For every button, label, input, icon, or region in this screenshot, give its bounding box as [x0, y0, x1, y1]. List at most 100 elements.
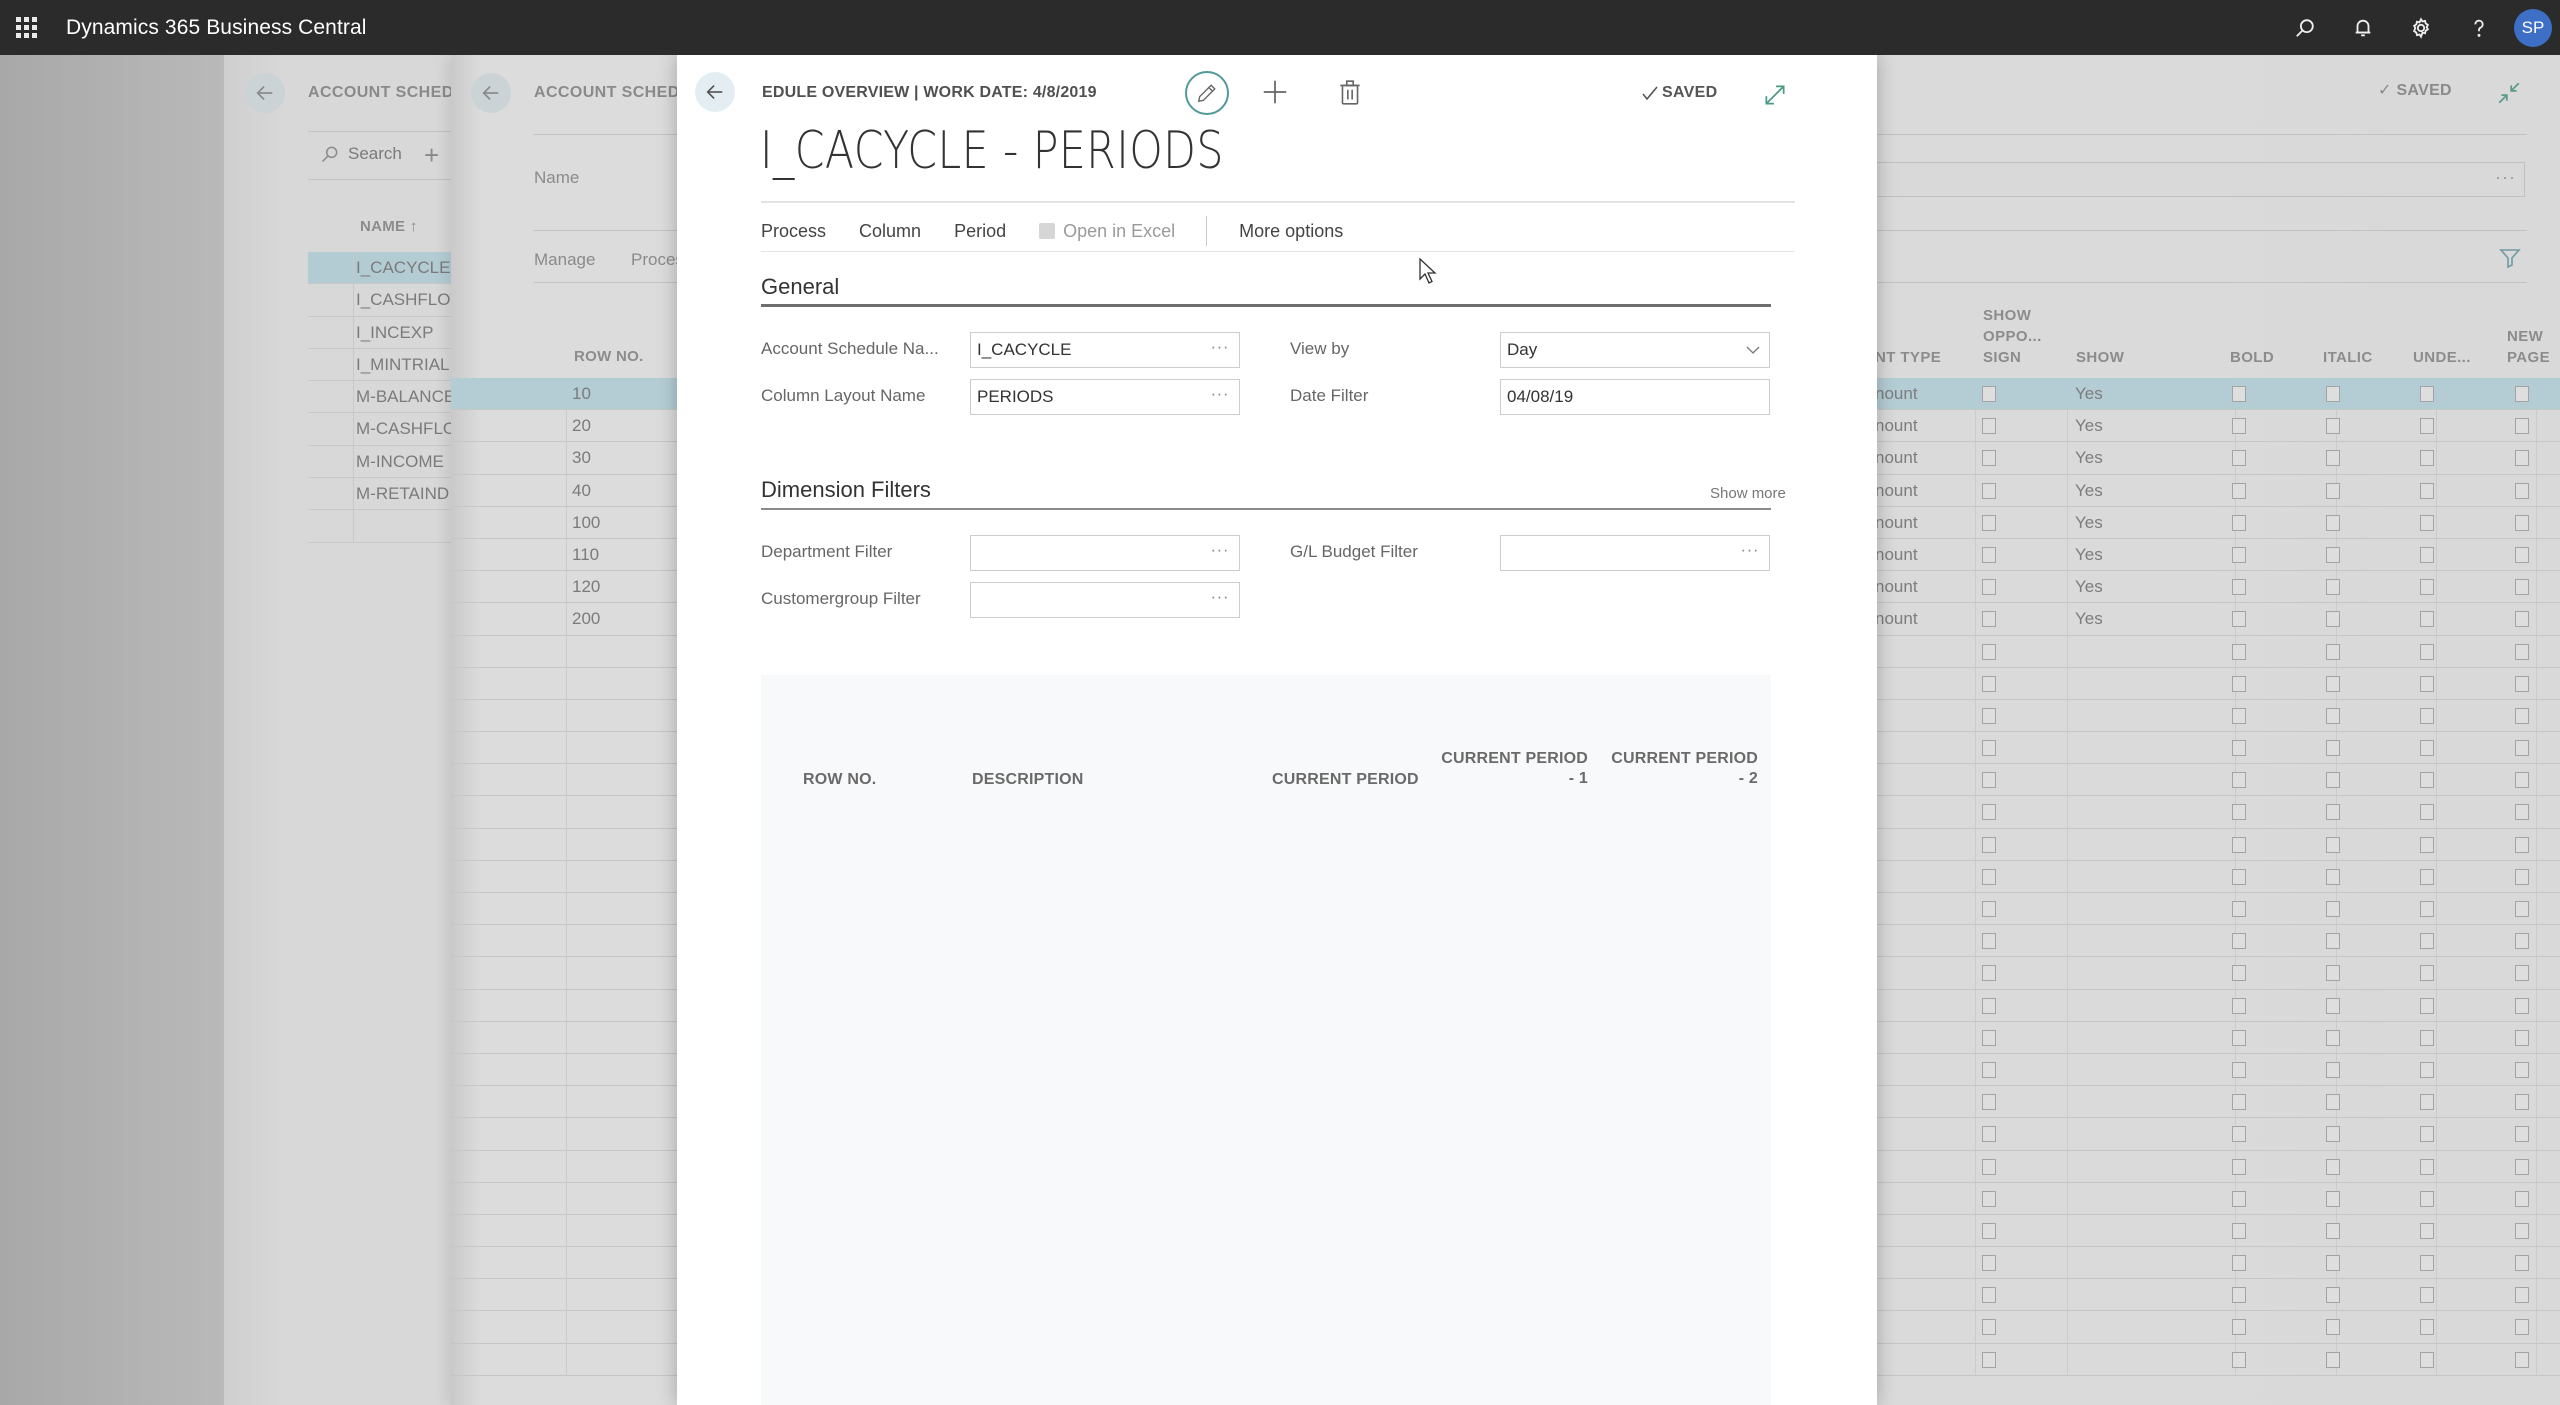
collapse-icon[interactable]	[2496, 80, 2522, 106]
bold-checkbox[interactable]	[2232, 901, 2246, 917]
user-avatar[interactable]: SP	[2514, 8, 2552, 47]
table-row[interactable]	[1873, 1021, 2560, 1054]
show-opposite-sign-checkbox[interactable]	[1982, 804, 1996, 821]
new-page-checkbox[interactable]	[2515, 1029, 2529, 1046]
underline-checkbox[interactable]	[2420, 1255, 2434, 1272]
new-page-checkbox[interactable]	[2515, 1287, 2529, 1304]
table-row[interactable]	[451, 893, 678, 926]
column-header-show[interactable]: SHOW	[2076, 347, 2124, 368]
italic-checkbox[interactable]	[2326, 1029, 2340, 1046]
new-page-checkbox[interactable]	[2515, 740, 2529, 757]
column-header-current-period[interactable]: CURRENT PERIOD	[1272, 770, 1419, 790]
table-row[interactable]: nount Yes	[1875, 378, 2560, 411]
table-row[interactable]	[451, 989, 678, 1022]
underline-checkbox[interactable]	[2420, 804, 2434, 821]
italic-checkbox[interactable]	[2326, 418, 2340, 435]
lookup-icon[interactable]: ···	[2495, 167, 2516, 188]
section-dimension-filters-heading[interactable]: Dimension Filters	[761, 477, 931, 503]
underline-checkbox[interactable]	[2420, 1190, 2434, 1207]
panel1-back-button[interactable]	[245, 73, 285, 113]
table-row[interactable]	[1873, 893, 2560, 926]
table-row[interactable]: 40	[451, 474, 678, 507]
italic-checkbox[interactable]	[2326, 965, 2340, 982]
show-opposite-sign-checkbox[interactable]	[1982, 514, 1996, 531]
table-row[interactable]: nount Yes	[1873, 538, 2560, 572]
underline-checkbox[interactable]	[2420, 1158, 2434, 1175]
new-page-checkbox[interactable]	[2515, 965, 2529, 982]
new-page-checkbox[interactable]	[2515, 450, 2529, 467]
bold-checkbox[interactable]	[2232, 418, 2246, 435]
table-row[interactable]	[451, 796, 678, 829]
table-row[interactable]: nount Yes	[1873, 603, 2560, 636]
bold-checkbox[interactable]	[2232, 868, 2246, 885]
underline-checkbox[interactable]	[2420, 868, 2434, 885]
underline-checkbox[interactable]	[2420, 707, 2434, 724]
bold-checkbox[interactable]	[2232, 1319, 2246, 1336]
show-opposite-sign-checkbox[interactable]	[1982, 836, 1996, 853]
show-opposite-sign-checkbox[interactable]	[1982, 611, 1996, 628]
expand-icon[interactable]	[1762, 82, 1788, 108]
table-row[interactable]	[1873, 957, 2560, 990]
table-row[interactable]	[1873, 860, 2560, 893]
italic-checkbox[interactable]	[2326, 1094, 2340, 1111]
bold-checkbox[interactable]	[2232, 1061, 2246, 1078]
lookup-icon[interactable]: ···	[1211, 384, 1229, 404]
underline-checkbox[interactable]	[2420, 579, 2434, 596]
underline-checkbox[interactable]	[2420, 1126, 2434, 1143]
bold-checkbox[interactable]	[2232, 579, 2246, 596]
bold-checkbox[interactable]	[2232, 933, 2246, 950]
table-row[interactable]: nount Yes	[1873, 410, 2560, 443]
lookup-icon[interactable]: ···	[1741, 540, 1759, 560]
italic-checkbox[interactable]	[2326, 514, 2340, 531]
table-row[interactable]	[451, 699, 678, 733]
plus-icon[interactable]	[1260, 77, 1290, 107]
column-header-show-opposite-sign[interactable]: SHOW OPPO... SIGN	[1983, 305, 2042, 368]
bold-checkbox[interactable]	[2232, 707, 2246, 724]
show-opposite-sign-checkbox[interactable]	[1982, 740, 1996, 757]
new-page-checkbox[interactable]	[2515, 804, 2529, 821]
action-manage[interactable]: Manage	[534, 250, 595, 270]
italic-checkbox[interactable]	[2326, 868, 2340, 885]
table-row[interactable]	[1873, 1311, 2560, 1344]
new-page-checkbox[interactable]	[2515, 1222, 2529, 1239]
bold-checkbox[interactable]	[2232, 1126, 2246, 1143]
table-row[interactable]	[1873, 1150, 2560, 1183]
show-opposite-sign-checkbox[interactable]	[1982, 997, 1996, 1014]
column-header-row-no[interactable]: ROW NO.	[803, 770, 876, 790]
underline-checkbox[interactable]	[2420, 1094, 2434, 1111]
bold-checkbox[interactable]	[2232, 675, 2246, 692]
underline-checkbox[interactable]	[2420, 965, 2434, 982]
table-row[interactable]	[1873, 699, 2560, 733]
new-page-checkbox[interactable]	[2515, 1351, 2529, 1368]
account-schedule-name-field[interactable]: I_CACYCLE ···	[970, 332, 1240, 368]
show-opposite-sign-checkbox[interactable]	[1982, 933, 1996, 950]
italic-checkbox[interactable]	[2326, 450, 2340, 467]
underline-checkbox[interactable]	[2420, 1287, 2434, 1304]
show-opposite-sign-checkbox[interactable]	[1982, 965, 1996, 982]
italic-checkbox[interactable]	[2326, 707, 2340, 724]
table-row[interactable]: 10	[451, 378, 678, 411]
bold-checkbox[interactable]	[2232, 836, 2246, 853]
italic-checkbox[interactable]	[2326, 1158, 2340, 1175]
edit-button[interactable]	[1185, 71, 1229, 115]
table-row[interactable]	[451, 1247, 678, 1280]
underline-checkbox[interactable]	[2420, 1319, 2434, 1336]
new-page-checkbox[interactable]	[2515, 418, 2529, 435]
bold-checkbox[interactable]	[2232, 965, 2246, 982]
italic-checkbox[interactable]	[2326, 579, 2340, 596]
show-opposite-sign-checkbox[interactable]	[1982, 1351, 1996, 1368]
table-row[interactable]: I_CASHFLOW	[308, 284, 451, 317]
bold-checkbox[interactable]	[2232, 514, 2246, 531]
action-open-in-excel[interactable]: Open in Excel	[1039, 221, 1175, 242]
table-row[interactable]	[1873, 1214, 2560, 1248]
show-opposite-sign-checkbox[interactable]	[1982, 1094, 1996, 1111]
lookup-icon[interactable]: ···	[1211, 337, 1229, 357]
table-row[interactable]	[451, 1182, 678, 1215]
table-row[interactable]	[451, 1118, 678, 1151]
table-row[interactable]: nount Yes	[1873, 571, 2560, 604]
underline-checkbox[interactable]	[2420, 418, 2434, 435]
bold-checkbox[interactable]	[2232, 611, 2246, 628]
table-row[interactable]	[451, 1053, 678, 1087]
waffle-icon[interactable]	[14, 16, 38, 40]
table-row[interactable]	[1873, 764, 2560, 797]
